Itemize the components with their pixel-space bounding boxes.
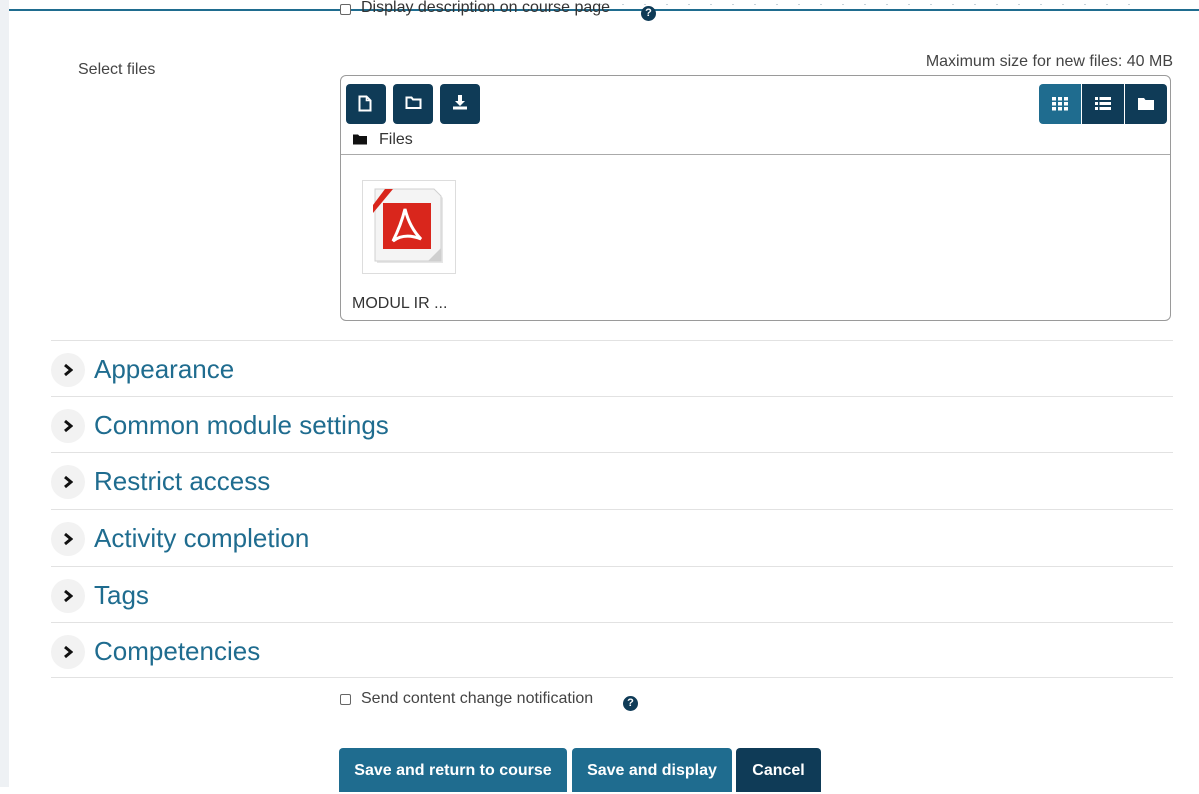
download-icon	[453, 95, 467, 110]
view-list-button[interactable]	[1082, 84, 1124, 124]
section-common-module-settings[interactable]: Common module settings	[51, 396, 1173, 453]
pdf-icon	[373, 188, 443, 263]
question-circle-icon[interactable]: ?	[641, 6, 656, 21]
view-tree-button[interactable]	[1125, 84, 1167, 124]
section-title[interactable]: Tags	[94, 580, 149, 611]
grid-icon	[1052, 97, 1068, 111]
folder-icon	[353, 134, 367, 145]
section-tags[interactable]: Tags	[51, 566, 1173, 623]
question-circle-icon[interactable]: ?	[623, 696, 638, 711]
section-title[interactable]: Common module settings	[94, 410, 389, 441]
save-and-display-button[interactable]: Save and display	[572, 748, 732, 792]
select-files-label: Select files	[78, 61, 156, 78]
divider	[51, 677, 1173, 678]
cancel-button[interactable]: Cancel	[736, 748, 821, 792]
chevron-right-icon[interactable]	[51, 409, 85, 443]
max-file-size-text: Maximum size for new files: 40 MB	[925, 53, 1173, 70]
chevron-right-icon[interactable]	[51, 353, 85, 387]
create-folder-button[interactable]	[393, 84, 433, 124]
section-title[interactable]: Restrict access	[94, 466, 270, 497]
file-manager-toolbar: Files	[341, 76, 1170, 155]
send-notification-checkbox[interactable]	[340, 694, 351, 705]
download-button[interactable]	[440, 84, 480, 124]
save-and-return-button[interactable]: Save and return to course	[339, 748, 567, 792]
section-competencies[interactable]: Competencies	[51, 622, 1173, 679]
section-title[interactable]: Competencies	[94, 636, 260, 667]
file-item[interactable]	[362, 180, 456, 274]
section-title[interactable]: Activity completion	[94, 523, 309, 554]
header-decoration	[590, 0, 1150, 9]
display-description-label: Display description on course page	[361, 0, 611, 16]
folder-icon	[405, 96, 422, 109]
file-manager: Files MODUL IR ...	[340, 75, 1171, 321]
send-notification-label: Send content change notification	[361, 690, 594, 707]
section-activity-completion[interactable]: Activity completion	[51, 509, 1173, 566]
file-icon	[358, 95, 372, 112]
breadcrumb-files[interactable]: Files	[379, 131, 413, 149]
section-appearance[interactable]: Appearance	[51, 340, 1173, 397]
chevron-right-icon[interactable]	[51, 579, 85, 613]
folder-icon	[1138, 98, 1154, 110]
section-restrict-access[interactable]: Restrict access	[51, 452, 1173, 509]
chevron-right-icon[interactable]	[51, 465, 85, 499]
view-icons-button[interactable]	[1039, 84, 1081, 124]
chevron-right-icon[interactable]	[51, 635, 85, 669]
chevron-right-icon[interactable]	[51, 522, 85, 556]
section-title[interactable]: Appearance	[94, 354, 234, 385]
display-description-checkbox[interactable]	[340, 4, 351, 15]
list-icon	[1095, 97, 1111, 110]
add-file-button[interactable]	[346, 84, 386, 124]
file-name[interactable]: MODUL IR ...	[352, 295, 447, 313]
page-left-margin	[0, 0, 9, 787]
